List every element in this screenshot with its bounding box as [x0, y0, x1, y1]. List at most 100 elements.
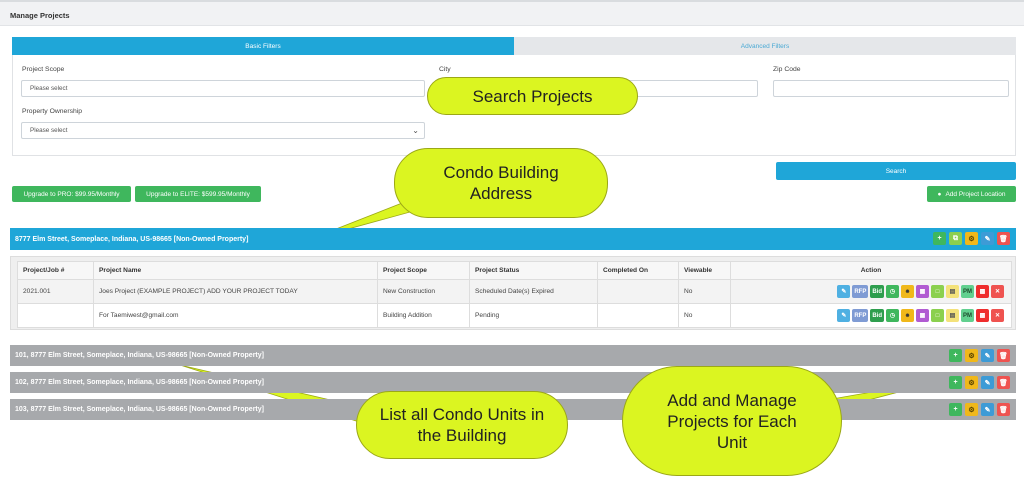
search-callout: Search Projects [427, 77, 638, 115]
delete-icon[interactable]: 🗑 [997, 232, 1010, 245]
col-header-name: Project Name [93, 261, 378, 280]
cell-job: 2021.001 [17, 279, 94, 304]
col-header-viewable: Viewable [678, 261, 731, 280]
projects-table: Project/Job # Project Name Project Scope… [17, 261, 1012, 328]
cell-completed [597, 279, 679, 304]
add-project-location-button[interactable]: ● Add Project Location [927, 186, 1016, 202]
unit-actions: + ⚙ ✎ 🗑 [949, 376, 1010, 389]
cell-scope: New Construction [377, 279, 470, 304]
delete-icon[interactable]: 🗑 [997, 403, 1010, 416]
settings-icon[interactable]: ⚙ [965, 403, 978, 416]
copy-icon[interactable]: ⧉ [949, 232, 962, 245]
cell-status: Pending [469, 303, 598, 328]
cell-completed [597, 303, 679, 328]
calendar-icon[interactable]: ▦ [916, 285, 929, 298]
property-ownership-label: Property Ownership [22, 108, 83, 115]
cell-actions: ✎ RFP Bid ◷ ☻ ▦ □ ▤ PM ▩ ✕ [730, 303, 1012, 328]
bid-button[interactable]: Bid [870, 285, 884, 298]
col-header-scope: Project Scope [377, 261, 470, 280]
building-actions: + ⧉ ⚙ ✎ 🗑 [933, 232, 1010, 245]
page-header: Manage Projects [0, 0, 1024, 26]
pdf-icon[interactable]: ▩ [976, 309, 989, 322]
edit-icon[interactable]: ✎ [837, 309, 851, 322]
project-scope-label: Project Scope [22, 66, 65, 73]
team-icon[interactable]: ☻ [901, 285, 914, 298]
clock-icon[interactable]: ◷ [886, 309, 899, 322]
delete-icon[interactable]: ✕ [991, 285, 1004, 298]
property-ownership-value: Please select [30, 127, 68, 134]
settings-icon[interactable]: ⚙ [965, 376, 978, 389]
settings-icon[interactable]: ⚙ [965, 349, 978, 362]
calendar-icon[interactable]: ▦ [916, 309, 929, 322]
tab-basic-filters[interactable]: Basic Filters [12, 37, 514, 55]
cell-status: Scheduled Date(s) Expired [469, 279, 598, 304]
upgrade-pro-button[interactable]: Upgrade to PRO: $99.95/Monthly [12, 186, 131, 202]
delete-icon[interactable]: ✕ [991, 309, 1004, 322]
clipboard-icon[interactable]: □ [931, 309, 944, 322]
document-icon[interactable]: ▤ [946, 309, 959, 322]
settings-icon[interactable]: ⚙ [965, 232, 978, 245]
table-row: For Taemiwest@gmail.com Building Additio… [17, 303, 1012, 328]
units-callout: List all Condo Units in the Building [356, 391, 568, 459]
cell-viewable: No [678, 303, 731, 328]
unit-address: 101, 8777 Elm Street, Someplace, Indiana… [15, 352, 264, 359]
page-title: Manage Projects [10, 11, 70, 20]
clipboard-icon[interactable]: □ [931, 285, 944, 298]
filter-tabs: Basic Filters Advanced Filters [12, 37, 1016, 55]
building-address: 8777 Elm Street, Someplace, Indiana, US-… [15, 235, 249, 243]
unit-address: 102, 8777 Elm Street, Someplace, Indiana… [15, 379, 264, 386]
team-icon[interactable]: ☻ [901, 309, 914, 322]
unit-header-101[interactable]: 101, 8777 Elm Street, Someplace, Indiana… [10, 345, 1016, 366]
upgrade-elite-button[interactable]: Upgrade to ELITE: $599.95/Monthly [135, 186, 261, 202]
edit-icon[interactable]: ✎ [981, 376, 994, 389]
manage-callout: Add and Manage Projects for Each Unit [622, 366, 842, 476]
add-icon[interactable]: + [949, 376, 962, 389]
building-header[interactable]: 8777 Elm Street, Someplace, Indiana, US-… [10, 228, 1016, 250]
cell-viewable: No [678, 279, 731, 304]
col-header-status: Project Status [469, 261, 598, 280]
clock-icon[interactable]: ◷ [886, 285, 899, 298]
col-header-job: Project/Job # [17, 261, 94, 280]
edit-icon[interactable]: ✎ [981, 403, 994, 416]
delete-icon[interactable]: 🗑 [997, 349, 1010, 362]
unit-header-102[interactable]: 102, 8777 Elm Street, Someplace, Indiana… [10, 372, 1016, 393]
cell-scope: Building Addition [377, 303, 470, 328]
unit-address: 103, 8777 Elm Street, Someplace, Indiana… [15, 406, 264, 413]
table-row: 2021.001 Joes Project (EXAMPLE PROJECT) … [17, 279, 1012, 304]
document-icon[interactable]: ▤ [946, 285, 959, 298]
table-header-row: Project/Job # Project Name Project Scope… [17, 261, 1012, 280]
edit-icon[interactable]: ✎ [981, 232, 994, 245]
edit-icon[interactable]: ✎ [981, 349, 994, 362]
unit-actions: + ⚙ ✎ 🗑 [949, 403, 1010, 416]
rfp-button[interactable]: RFP [852, 309, 869, 322]
pm-button[interactable]: PM [961, 285, 974, 298]
projects-table-wrap: Project/Job # Project Name Project Scope… [10, 256, 1016, 330]
bid-button[interactable]: Bid [870, 309, 884, 322]
add-icon[interactable]: + [949, 349, 962, 362]
building-callout: Condo Building Address [394, 148, 608, 218]
search-button[interactable]: Search [776, 162, 1016, 180]
project-scope-select[interactable]: Please select [21, 80, 425, 97]
rfp-button[interactable]: RFP [852, 285, 869, 298]
zip-code-label: Zip Code [773, 66, 801, 73]
pm-button[interactable]: PM [961, 309, 974, 322]
add-icon[interactable]: + [949, 403, 962, 416]
delete-icon[interactable]: 🗑 [997, 376, 1010, 389]
map-pin-icon: ● [937, 190, 942, 198]
chevron-down-icon: ⌄ [412, 126, 419, 135]
col-header-completed: Completed On [597, 261, 679, 280]
pdf-icon[interactable]: ▩ [976, 285, 989, 298]
cell-name[interactable]: For Taemiwest@gmail.com [93, 303, 378, 328]
unit-actions: + ⚙ ✎ 🗑 [949, 349, 1010, 362]
tab-advanced-filters[interactable]: Advanced Filters [514, 37, 1016, 55]
add-project-location-label: Add Project Location [945, 190, 1006, 198]
property-ownership-select[interactable]: Please select ⌄ [21, 122, 425, 139]
col-header-action: Action [730, 261, 1012, 280]
cell-name[interactable]: Joes Project (EXAMPLE PROJECT) ADD YOUR … [93, 279, 378, 304]
add-icon[interactable]: + [933, 232, 946, 245]
cell-actions: ✎ RFP Bid ◷ ☻ ▦ □ ▤ PM ▩ ✕ [730, 279, 1012, 304]
edit-icon[interactable]: ✎ [837, 285, 851, 298]
cell-job [17, 303, 94, 328]
zip-code-input[interactable] [773, 80, 1009, 97]
city-label: City [439, 66, 451, 73]
